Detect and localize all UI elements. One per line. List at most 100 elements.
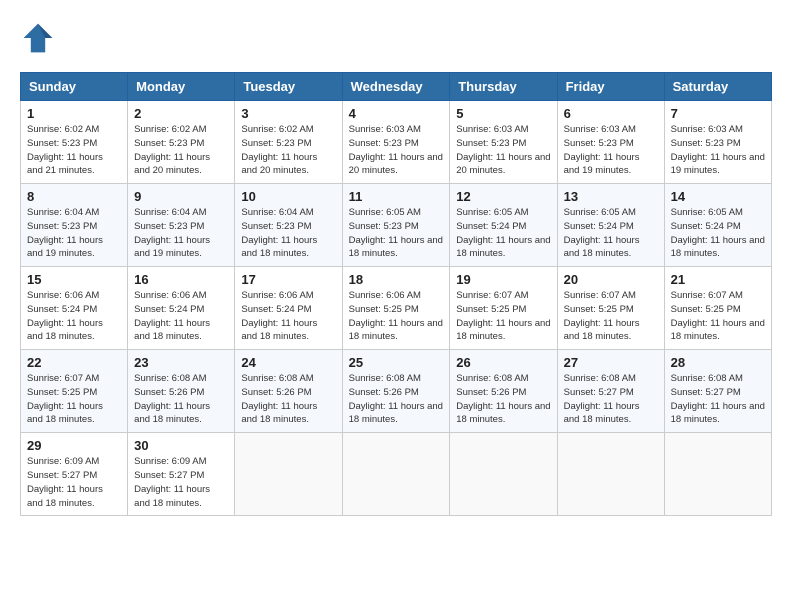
calendar-cell: 1 Sunrise: 6:02 AMSunset: 5:23 PMDaylight… bbox=[21, 101, 128, 184]
calendar-cell: 18Sunrise: 6:06 AMSunset: 5:25 PMDayligh… bbox=[342, 267, 450, 350]
calendar-cell: 21 Sunrise: 6:07 AMSunset: 5:25 PMDayligh… bbox=[664, 267, 771, 350]
day-info: Sunrise: 6:03 AMSunset: 5:23 PMDaylight:… bbox=[671, 123, 765, 178]
day-info: Sunrise: 6:06 AMSunset: 5:24 PMDaylight:… bbox=[241, 289, 335, 344]
calendar-cell: 12 Sunrise: 6:05 AMSunset: 5:24 PMDayligh… bbox=[450, 184, 557, 267]
calendar-cell: 14 Sunrise: 6:05 AMSunset: 5:24 PMDayligh… bbox=[664, 184, 771, 267]
calendar-week-2: 8 Sunrise: 6:04 AMSunset: 5:23 PMDaylight… bbox=[21, 184, 772, 267]
day-number: 14 bbox=[671, 189, 765, 204]
calendar-cell: 30Sunrise: 6:09 AMSunset: 5:27 PMDayligh… bbox=[128, 433, 235, 516]
day-info: Sunrise: 6:06 AMSunset: 5:24 PMDaylight:… bbox=[134, 289, 228, 344]
day-number: 11 bbox=[349, 189, 444, 204]
day-info: Sunrise: 6:05 AMSunset: 5:23 PMDaylight:… bbox=[349, 206, 444, 261]
calendar-cell: 2 Sunrise: 6:02 AMSunset: 5:23 PMDaylight… bbox=[128, 101, 235, 184]
day-number: 9 bbox=[134, 189, 228, 204]
day-number: 24 bbox=[241, 355, 335, 370]
day-number: 21 bbox=[671, 272, 765, 287]
day-info: Sunrise: 6:05 AMSunset: 5:24 PMDaylight:… bbox=[456, 206, 550, 261]
calendar-cell: 22 Sunrise: 6:07 AMSunset: 5:25 PMDayligh… bbox=[21, 350, 128, 433]
day-number: 6 bbox=[564, 106, 658, 121]
day-number: 26 bbox=[456, 355, 550, 370]
calendar-header-monday: Monday bbox=[128, 73, 235, 101]
day-info: Sunrise: 6:06 AMSunset: 5:24 PMDaylight:… bbox=[27, 289, 121, 344]
day-info: Sunrise: 6:07 AMSunset: 5:25 PMDaylight:… bbox=[27, 372, 121, 427]
calendar-cell bbox=[235, 433, 342, 516]
day-info: Sunrise: 6:03 AMSunset: 5:23 PMDaylight:… bbox=[456, 123, 550, 178]
day-number: 22 bbox=[27, 355, 121, 370]
calendar-header-sunday: Sunday bbox=[21, 73, 128, 101]
day-info: Sunrise: 6:09 AMSunset: 5:27 PMDaylight:… bbox=[27, 455, 121, 510]
calendar-cell: 19Sunrise: 6:07 AMSunset: 5:25 PMDayligh… bbox=[450, 267, 557, 350]
day-number: 3 bbox=[241, 106, 335, 121]
calendar-cell: 23Sunrise: 6:08 AMSunset: 5:26 PMDayligh… bbox=[128, 350, 235, 433]
calendar-cell: 20 Sunrise: 6:07 AMSunset: 5:25 PMDayligh… bbox=[557, 267, 664, 350]
day-info: Sunrise: 6:04 AMSunset: 5:23 PMDaylight:… bbox=[241, 206, 335, 261]
calendar-cell: 8 Sunrise: 6:04 AMSunset: 5:23 PMDaylight… bbox=[21, 184, 128, 267]
calendar-cell: 5 Sunrise: 6:03 AMSunset: 5:23 PMDaylight… bbox=[450, 101, 557, 184]
calendar-cell: 6 Sunrise: 6:03 AMSunset: 5:23 PMDaylight… bbox=[557, 101, 664, 184]
day-info: Sunrise: 6:08 AMSunset: 5:27 PMDaylight:… bbox=[671, 372, 765, 427]
day-info: Sunrise: 6:07 AMSunset: 5:25 PMDaylight:… bbox=[564, 289, 658, 344]
calendar-cell: 16Sunrise: 6:06 AMSunset: 5:24 PMDayligh… bbox=[128, 267, 235, 350]
day-number: 2 bbox=[134, 106, 228, 121]
calendar-header-thursday: Thursday bbox=[450, 73, 557, 101]
calendar-cell: 10 Sunrise: 6:04 AMSunset: 5:23 PMDayligh… bbox=[235, 184, 342, 267]
calendar-header-row: SundayMondayTuesdayWednesdayThursdayFrid… bbox=[21, 73, 772, 101]
day-number: 27 bbox=[564, 355, 658, 370]
day-info: Sunrise: 6:03 AMSunset: 5:23 PMDaylight:… bbox=[349, 123, 444, 178]
day-info: Sunrise: 6:08 AMSunset: 5:26 PMDaylight:… bbox=[456, 372, 550, 427]
day-number: 17 bbox=[241, 272, 335, 287]
day-number: 8 bbox=[27, 189, 121, 204]
day-info: Sunrise: 6:02 AMSunset: 5:23 PMDaylight:… bbox=[241, 123, 335, 178]
day-number: 4 bbox=[349, 106, 444, 121]
day-number: 10 bbox=[241, 189, 335, 204]
day-info: Sunrise: 6:05 AMSunset: 5:24 PMDaylight:… bbox=[671, 206, 765, 261]
day-number: 5 bbox=[456, 106, 550, 121]
day-number: 7 bbox=[671, 106, 765, 121]
day-info: Sunrise: 6:08 AMSunset: 5:26 PMDaylight:… bbox=[241, 372, 335, 427]
day-number: 15 bbox=[27, 272, 121, 287]
day-info: Sunrise: 6:07 AMSunset: 5:25 PMDaylight:… bbox=[671, 289, 765, 344]
calendar-cell: 26 Sunrise: 6:08 AMSunset: 5:26 PMDayligh… bbox=[450, 350, 557, 433]
day-number: 29 bbox=[27, 438, 121, 453]
calendar-header-friday: Friday bbox=[557, 73, 664, 101]
calendar-header-wednesday: Wednesday bbox=[342, 73, 450, 101]
day-number: 13 bbox=[564, 189, 658, 204]
calendar-header-tuesday: Tuesday bbox=[235, 73, 342, 101]
calendar-cell: 11 Sunrise: 6:05 AMSunset: 5:23 PMDayligh… bbox=[342, 184, 450, 267]
day-number: 25 bbox=[349, 355, 444, 370]
calendar-cell: 9 Sunrise: 6:04 AMSunset: 5:23 PMDaylight… bbox=[128, 184, 235, 267]
day-info: Sunrise: 6:02 AMSunset: 5:23 PMDaylight:… bbox=[27, 123, 121, 178]
calendar-cell bbox=[664, 433, 771, 516]
calendar-cell: 25 Sunrise: 6:08 AMSunset: 5:26 PMDayligh… bbox=[342, 350, 450, 433]
day-number: 1 bbox=[27, 106, 121, 121]
calendar-cell: 13Sunrise: 6:05 AMSunset: 5:24 PMDayligh… bbox=[557, 184, 664, 267]
calendar-cell bbox=[342, 433, 450, 516]
day-number: 23 bbox=[134, 355, 228, 370]
day-number: 12 bbox=[456, 189, 550, 204]
day-info: Sunrise: 6:08 AMSunset: 5:26 PMDaylight:… bbox=[349, 372, 444, 427]
day-info: Sunrise: 6:07 AMSunset: 5:25 PMDaylight:… bbox=[456, 289, 550, 344]
calendar-cell: 28 Sunrise: 6:08 AMSunset: 5:27 PMDayligh… bbox=[664, 350, 771, 433]
day-number: 28 bbox=[671, 355, 765, 370]
day-info: Sunrise: 6:04 AMSunset: 5:23 PMDaylight:… bbox=[134, 206, 228, 261]
calendar-cell bbox=[450, 433, 557, 516]
calendar-week-4: 22 Sunrise: 6:07 AMSunset: 5:25 PMDayligh… bbox=[21, 350, 772, 433]
calendar-cell: 27 Sunrise: 6:08 AMSunset: 5:27 PMDayligh… bbox=[557, 350, 664, 433]
calendar-header-saturday: Saturday bbox=[664, 73, 771, 101]
calendar-cell: 24 Sunrise: 6:08 AMSunset: 5:26 PMDayligh… bbox=[235, 350, 342, 433]
calendar-cell: 29 Sunrise: 6:09 AMSunset: 5:27 PMDayligh… bbox=[21, 433, 128, 516]
day-info: Sunrise: 6:03 AMSunset: 5:23 PMDaylight:… bbox=[564, 123, 658, 178]
logo bbox=[20, 20, 62, 56]
day-number: 30 bbox=[134, 438, 228, 453]
calendar-week-1: 1 Sunrise: 6:02 AMSunset: 5:23 PMDaylight… bbox=[21, 101, 772, 184]
page-header bbox=[20, 20, 772, 56]
calendar-cell: 4 Sunrise: 6:03 AMSunset: 5:23 PMDaylight… bbox=[342, 101, 450, 184]
day-info: Sunrise: 6:08 AMSunset: 5:27 PMDaylight:… bbox=[564, 372, 658, 427]
calendar-cell bbox=[557, 433, 664, 516]
day-info: Sunrise: 6:04 AMSunset: 5:23 PMDaylight:… bbox=[27, 206, 121, 261]
day-info: Sunrise: 6:02 AMSunset: 5:23 PMDaylight:… bbox=[134, 123, 228, 178]
calendar-week-3: 15 Sunrise: 6:06 AMSunset: 5:24 PMDayligh… bbox=[21, 267, 772, 350]
day-number: 20 bbox=[564, 272, 658, 287]
calendar-cell: 15 Sunrise: 6:06 AMSunset: 5:24 PMDayligh… bbox=[21, 267, 128, 350]
calendar-table: SundayMondayTuesdayWednesdayThursdayFrid… bbox=[20, 72, 772, 516]
